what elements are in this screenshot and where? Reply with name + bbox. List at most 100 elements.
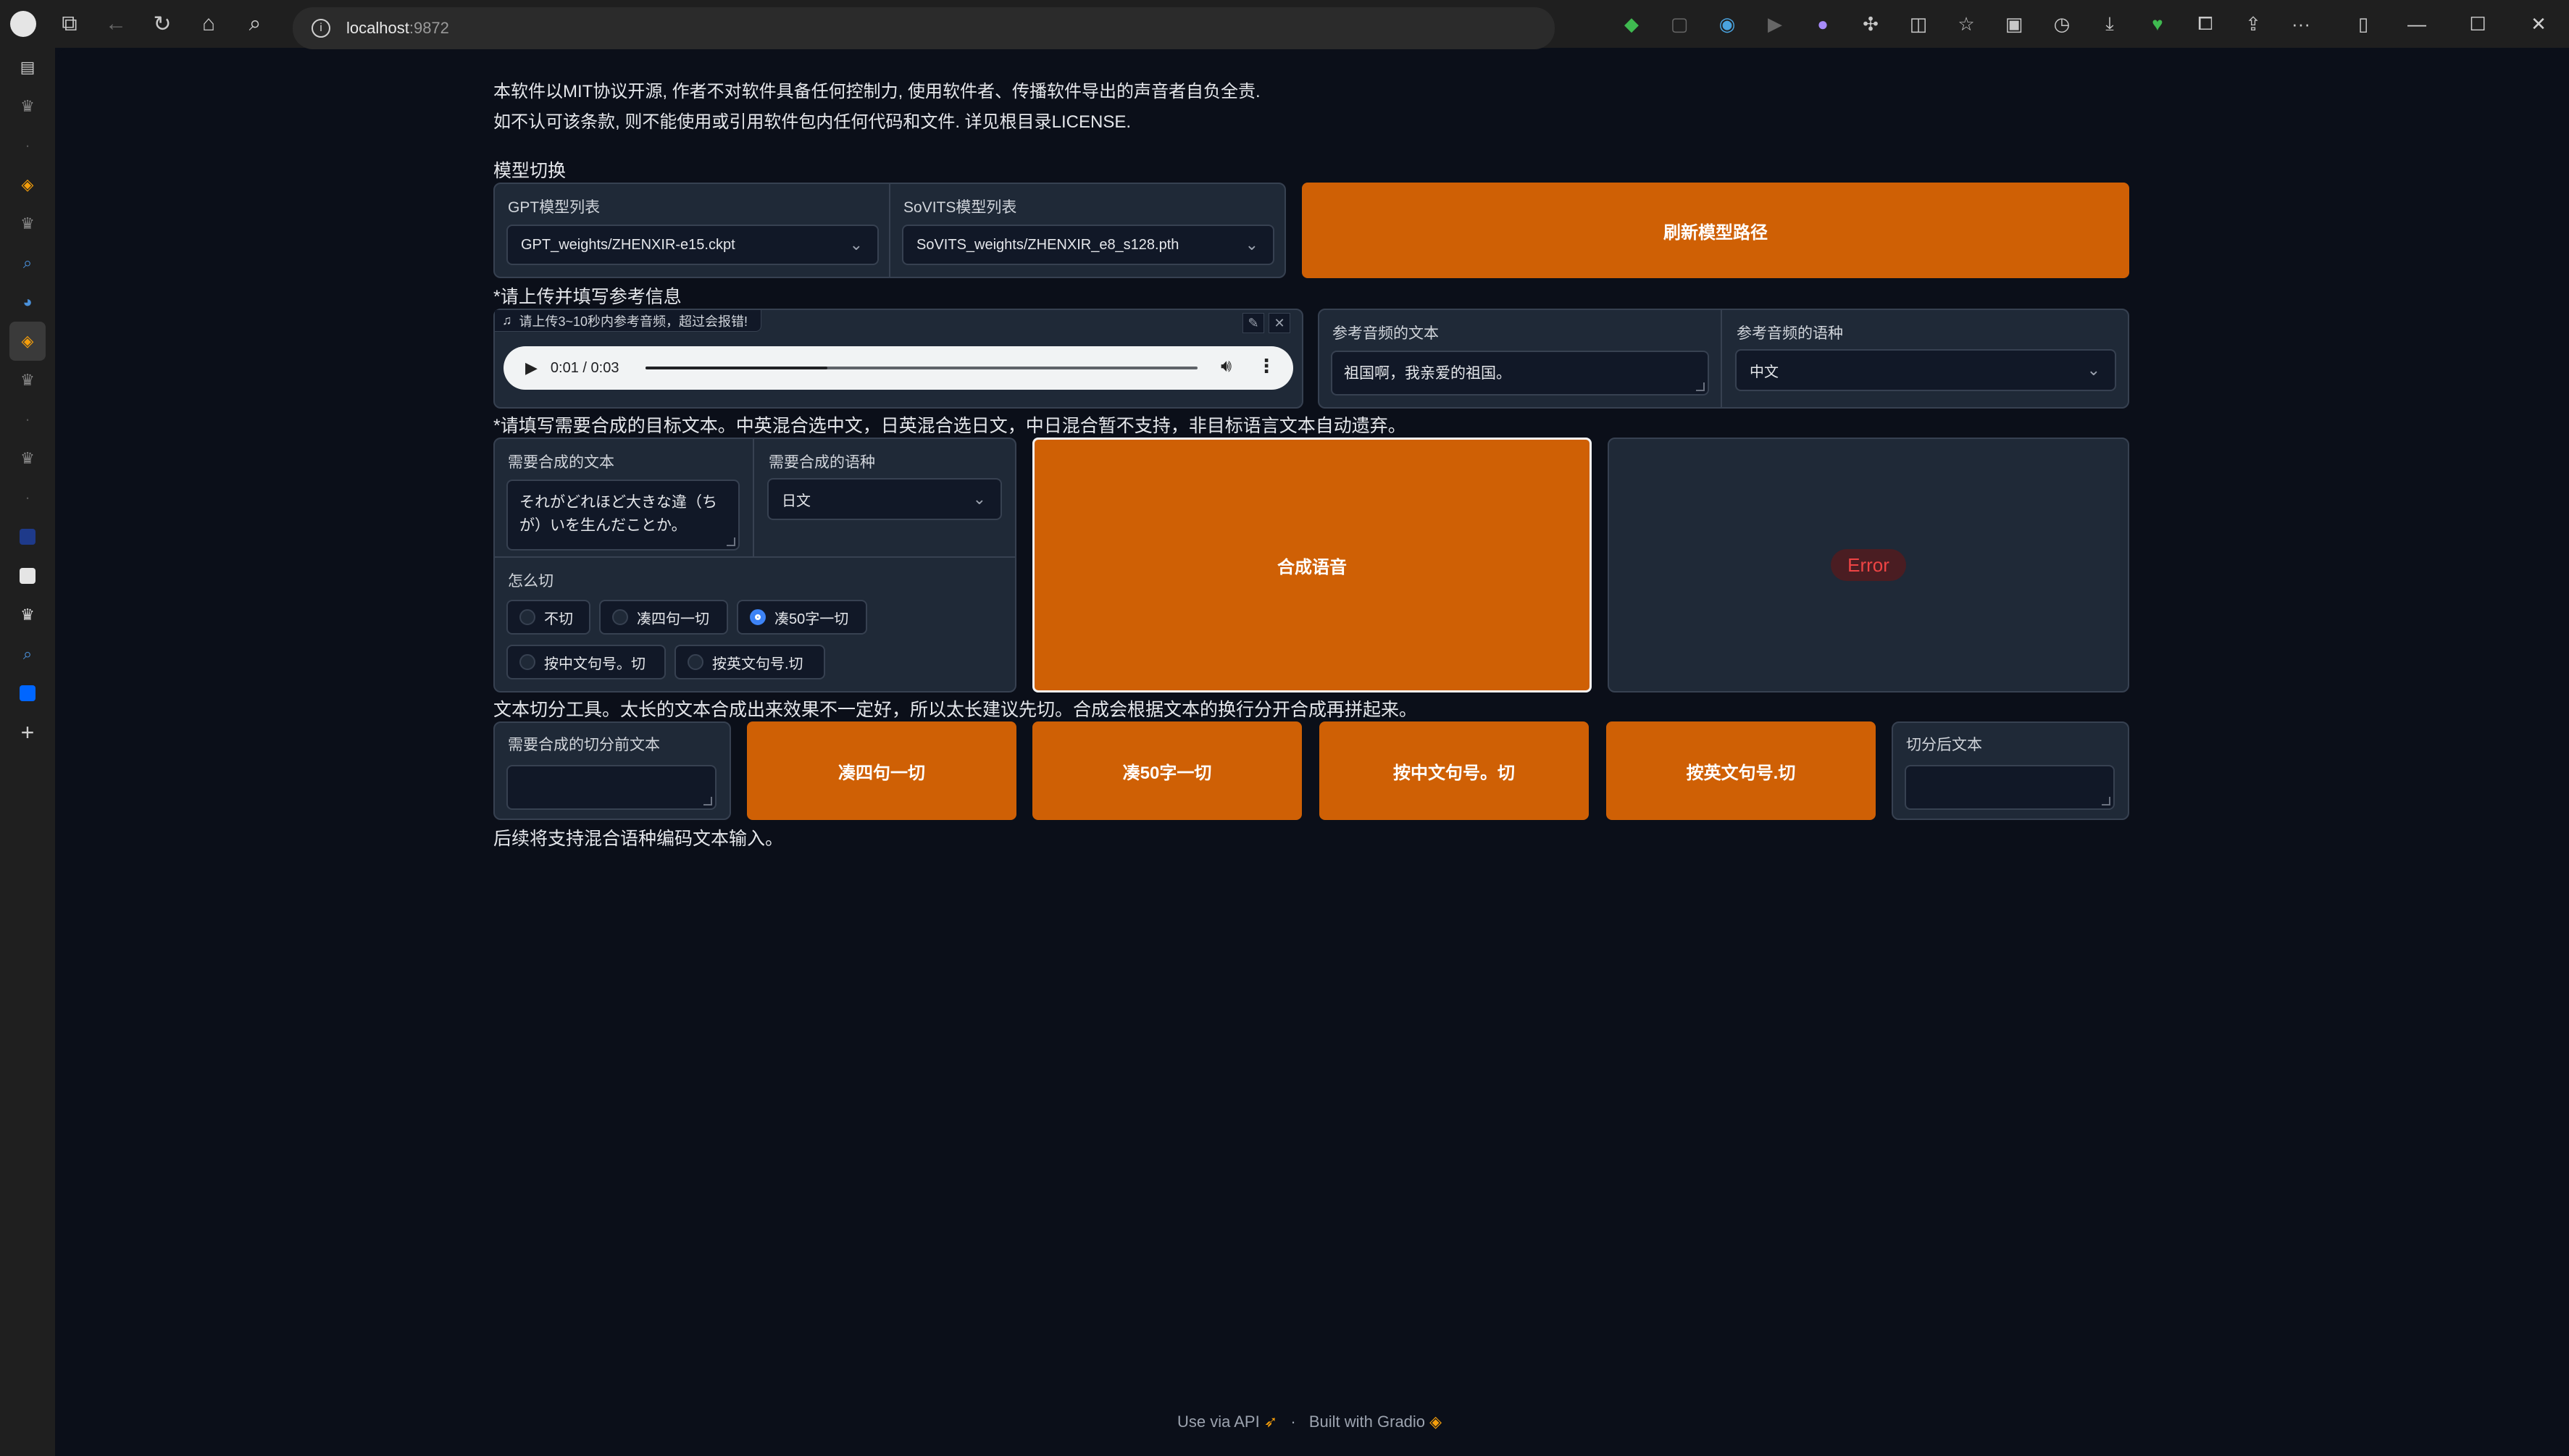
sidebar-app-icon[interactable]: ♛: [0, 595, 55, 635]
sidebar-add-icon[interactable]: +: [0, 713, 55, 752]
resize-handle-icon[interactable]: [727, 537, 735, 546]
sidebar-search-icon[interactable]: ⌕: [0, 635, 55, 674]
sidebar-app-icon[interactable]: [0, 556, 55, 595]
favorites-icon[interactable]: ☆: [1943, 0, 1989, 48]
cut-option-label: 按中文句号。切: [544, 656, 646, 672]
sidebar-app-icon[interactable]: ♛: [0, 87, 55, 126]
sidebar-app-icon[interactable]: ♛: [0, 439, 55, 478]
extension-bar: ◆ ▢ ◉ ▶ ● ✣ ◫ ☆ ▣ ◷ ⤓ ♥ ⧠ ⇪ ··· ▯: [1608, 0, 2386, 48]
use-via-api-link[interactable]: Use via API: [1177, 1413, 1260, 1431]
resize-handle-icon[interactable]: [1696, 382, 1705, 391]
gpt-model-select[interactable]: GPT_weights/ZHENXIR-e15.ckpt ⌄: [506, 225, 879, 265]
address-bar[interactable]: i localhost:9872: [293, 7, 1555, 49]
ref-lang-value: 中文: [1750, 364, 1779, 380]
divider: [1721, 310, 1722, 407]
target-text-value: それがどれほど大きな違（ちが）いを生んだことか。: [519, 494, 717, 534]
sovits-model-select[interactable]: SoVITS_weights/ZHENXIR_e8_s128.pth ⌄: [902, 225, 1274, 265]
minimize-icon[interactable]: —: [2386, 0, 2447, 48]
split-input-textarea[interactable]: [506, 765, 717, 810]
music-note-icon: ♫: [502, 313, 512, 327]
target-lang-label: 需要合成的语种: [769, 454, 875, 471]
profile-avatar[interactable]: [0, 0, 46, 48]
refresh-models-button[interactable]: 刷新模型路径: [1302, 183, 2129, 278]
health-icon[interactable]: ♥: [2134, 0, 2181, 48]
collections-icon[interactable]: ▣: [1991, 0, 2037, 48]
cut-option-fifty[interactable]: 凑50字一切: [737, 600, 867, 635]
ref-lang-select[interactable]: 中文 ⌄: [1735, 349, 2116, 391]
search-icon[interactable]: ⌕: [232, 0, 278, 48]
screenshot-icon[interactable]: ⧠: [2182, 0, 2228, 48]
divider: [753, 439, 754, 556]
cut-option-none[interactable]: 不切: [506, 600, 590, 635]
split-en-period-button[interactable]: 按英文句号.切: [1606, 721, 1876, 820]
sidebar-app-icon[interactable]: [0, 517, 55, 556]
sidebar-panel-icon[interactable]: ▤: [0, 48, 55, 87]
sidebar-zhihu-icon[interactable]: [0, 674, 55, 713]
sidebar-app-icon[interactable]: ·: [0, 400, 55, 439]
splitter-section-label: 文本切分工具。太长的文本合成出来效果不一定好，所以太长建议先切。合成会根据文本的…: [493, 700, 1418, 720]
split-four-button[interactable]: 凑四句一切: [747, 721, 1016, 820]
sidebar-app-icon[interactable]: ♛: [0, 204, 55, 243]
cut-option-label: 不切: [544, 611, 573, 627]
sidebar-app-icon[interactable]: ◕: [0, 283, 55, 322]
maximize-icon[interactable]: ☐: [2447, 0, 2508, 48]
share-icon[interactable]: ⇪: [2230, 0, 2276, 48]
refresh-icon[interactable]: ↻: [139, 0, 185, 48]
home-icon[interactable]: ⌂: [185, 0, 232, 48]
target-lang-select[interactable]: 日文 ⌄: [767, 478, 1002, 520]
divider: [495, 556, 1015, 558]
reference-section-label: *请上传并填写参考信息: [493, 287, 682, 307]
split-output-textarea[interactable]: [1905, 765, 2115, 810]
back-icon[interactable]: ←: [93, 0, 139, 48]
ref-text-input[interactable]: 祖国啊，我亲爱的祖国。: [1331, 351, 1709, 396]
purple-extension-icon[interactable]: ●: [1800, 0, 1846, 48]
download-icon[interactable]: ⤓: [2086, 0, 2133, 48]
synthesize-button[interactable]: 合成语音: [1032, 438, 1592, 693]
history-icon[interactable]: ◷: [2039, 0, 2085, 48]
reference-audio-label: 请上传3~10秒内参考音频，超过会报错!: [519, 314, 748, 329]
play-icon[interactable]: ▶: [525, 359, 538, 377]
clear-audio-icon[interactable]: ✕: [1269, 313, 1290, 333]
colorful-extension-icon[interactable]: ◉: [1704, 0, 1750, 48]
audio-label-tag: ♫ 请上传3~10秒内参考音频，超过会报错!: [495, 310, 762, 332]
more-icon[interactable]: ···: [2278, 0, 2324, 48]
browser-sidebar: ▤ ♛ · ◈ ♛ ⌕ ◕ ◈ ♛ · ♛ · ♛ ⌕ +: [0, 48, 55, 1456]
cut-option-cn-period[interactable]: 按中文句号。切: [506, 645, 666, 679]
split-fifty-button[interactable]: 凑50字一切: [1032, 721, 1302, 820]
reference-audio-block: ♫ 请上传3~10秒内参考音频，超过会报错! ✎ ✕ ▶ 0:01 / 0:03…: [493, 309, 1303, 409]
cut-option-en-period[interactable]: 按英文句号.切: [674, 645, 825, 679]
split-screen-icon[interactable]: ◫: [1895, 0, 1942, 48]
copy-icon[interactable]: ▢: [1656, 0, 1703, 48]
sidebar-gradio-icon[interactable]: ◈: [0, 165, 55, 204]
volume-icon[interactable]: 🔊︎: [1221, 356, 1232, 377]
gradio-logo-icon: ◈: [1429, 1413, 1442, 1431]
gradio-footer: Use via API ➶ · Built with Gradio ◈: [1177, 1413, 1442, 1431]
resize-handle-icon[interactable]: [703, 797, 712, 806]
sidebar-search-icon[interactable]: ⌕: [0, 243, 55, 283]
sidebar-app-icon[interactable]: ·: [0, 126, 55, 165]
model-switch-label: 模型切换: [493, 161, 567, 181]
audio-time: 0:01 / 0:03: [550, 359, 619, 376]
play-icon[interactable]: ▶: [1752, 0, 1798, 48]
sidebar-gradio-active-icon[interactable]: ◈: [9, 322, 46, 361]
future-note: 后续将支持混合语种编码文本输入。: [493, 829, 784, 849]
site-info-icon[interactable]: i: [312, 19, 330, 38]
puzzle-icon[interactable]: ✣: [1847, 0, 1894, 48]
sidebar-app-icon[interactable]: ♛: [0, 361, 55, 400]
shield-extension-icon[interactable]: ◆: [1608, 0, 1655, 48]
target-text-input[interactable]: それがどれほど大きな違（ちが）いを生んだことか。: [506, 480, 740, 551]
sidebar-app-icon[interactable]: ·: [0, 478, 55, 517]
audio-player[interactable]: ▶ 0:01 / 0:03 🔊︎ ⋮: [504, 346, 1293, 390]
tab-actions-icon[interactable]: ⧉: [46, 0, 93, 48]
close-window-icon[interactable]: ✕: [2508, 0, 2569, 48]
split-output-block: 切分后文本: [1892, 721, 2129, 820]
sovits-model-value: SoVITS_weights/ZHENXIR_e8_s128.pth: [916, 236, 1179, 253]
built-with-gradio-link[interactable]: Built with Gradio: [1309, 1413, 1425, 1431]
sidebar-toggle-icon[interactable]: ▯: [2340, 0, 2386, 48]
edit-icon[interactable]: ✎: [1242, 313, 1264, 333]
resize-handle-icon[interactable]: [2102, 797, 2110, 806]
cut-option-four[interactable]: 凑四句一切: [599, 600, 728, 635]
split-cn-period-button[interactable]: 按中文句号。切: [1319, 721, 1589, 820]
audio-options-icon[interactable]: ⋮: [1257, 355, 1276, 377]
cut-option-label: 按英文句号.切: [712, 656, 803, 672]
